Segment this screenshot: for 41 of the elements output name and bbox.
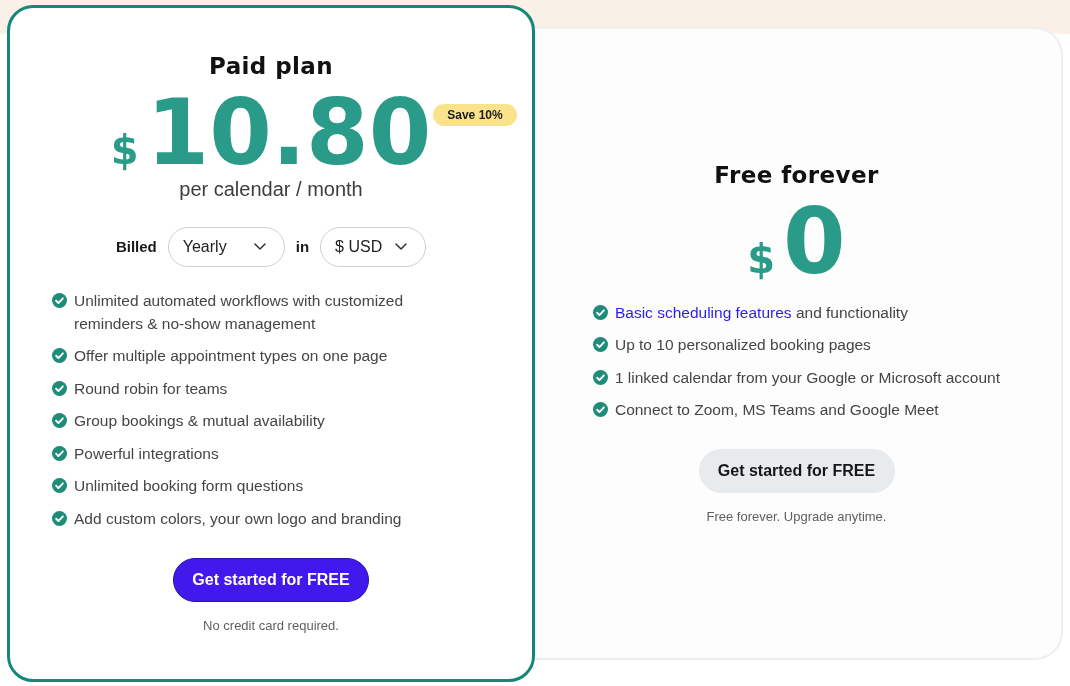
get-started-button[interactable]: Get started for FREE [698, 449, 895, 494]
feature-text: Add custom colors, your own logo and branding [74, 508, 402, 529]
billed-label: Billed [115, 238, 157, 256]
currency-select[interactable]: $ USD [320, 226, 427, 267]
check-circle-icon [52, 445, 67, 461]
feature-text: Unlimited automated workflows with customized reminders & no-show management [74, 290, 405, 334]
currency-symbol: $ [747, 238, 776, 279]
chevron-down-icon [395, 243, 408, 251]
feature-text: Group bookings & mutual availability [74, 411, 325, 432]
feature-text: Unlimited booking form questions [74, 476, 304, 497]
check-circle-icon [52, 478, 67, 494]
plan-title: Paid plan [209, 52, 333, 81]
billing-period-select[interactable]: Yearly [167, 226, 285, 267]
price-amount: 0 [783, 200, 846, 284]
check-circle-icon [52, 348, 67, 364]
plan-note: Free forever. Upgrade anytime. [706, 508, 887, 527]
currency-connector-label: in [295, 238, 310, 256]
check-circle-icon [592, 304, 608, 320]
check-circle-icon [52, 510, 67, 526]
plan-title: Free forever [714, 160, 879, 189]
currency-symbol: $ [110, 130, 139, 171]
check-circle-icon [592, 337, 608, 353]
feature-text: Up to 10 personalized booking pages [614, 335, 871, 356]
discount-badge: Save 10% [433, 104, 517, 127]
price-period-text: per calendar / month [179, 176, 363, 201]
plan-note: No credit card required. [203, 616, 339, 635]
feature-text: 1 linked calendar from your Google or Microsoft account [614, 367, 1001, 388]
feature-text: Basic scheduling features and functionality [614, 302, 908, 323]
check-circle-icon [52, 380, 67, 396]
feature-link[interactable]: Basic scheduling features [614, 303, 792, 321]
check-circle-icon [592, 402, 608, 418]
get-started-button[interactable]: Get started for FREE [173, 557, 369, 602]
check-circle-icon [592, 369, 608, 385]
feature-text: Connect to Zoom, MS Teams and Google Meet [614, 400, 939, 421]
chevron-down-icon [253, 243, 266, 251]
feature-text: Powerful integrations [74, 443, 219, 464]
check-circle-icon [52, 292, 67, 308]
feature-text: Round robin for teams [74, 378, 228, 399]
feature-text: Offer multiple appointment types on one page [74, 346, 388, 367]
check-circle-icon [52, 413, 67, 429]
price-amount: 10.80 [146, 92, 432, 175]
